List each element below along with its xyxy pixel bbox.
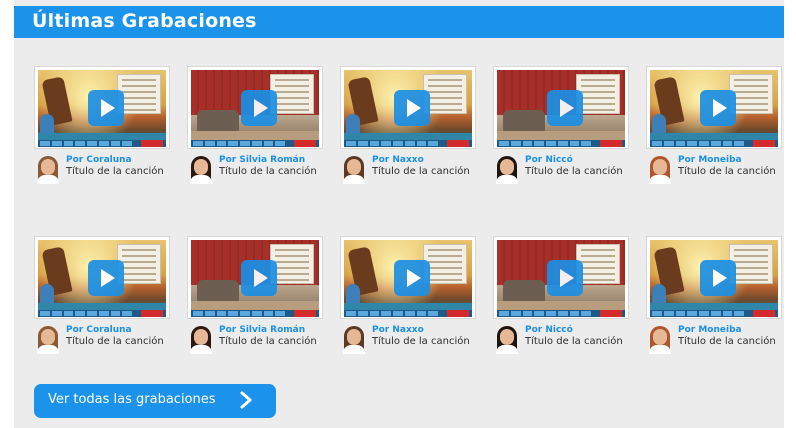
view-all-recordings-button[interactable]: Ver todas las grabaciones <box>34 384 276 418</box>
brand-logo <box>294 310 316 317</box>
brand-logo <box>294 140 316 147</box>
recording-card[interactable]: Por Naxxo Título de la canción <box>340 236 480 361</box>
play-icon[interactable] <box>394 260 430 296</box>
video-thumbnail[interactable] <box>340 66 476 149</box>
recording-card[interactable]: Por Silvia Román Título de la canción <box>187 236 327 361</box>
video-preview <box>344 70 472 147</box>
song-title: Título de la canción <box>678 166 776 177</box>
video-thumbnail[interactable] <box>34 236 170 319</box>
play-icon[interactable] <box>547 90 583 126</box>
video-preview <box>191 240 319 317</box>
avatar[interactable] <box>341 156 367 184</box>
author-link[interactable]: Por Moneiba <box>678 155 742 165</box>
song-title: Título de la canción <box>372 166 470 177</box>
recording-card[interactable]: Por Moneiba Título de la canción <box>646 66 786 191</box>
avatar[interactable] <box>647 326 673 354</box>
video-preview <box>191 70 319 147</box>
video-preview <box>497 70 625 147</box>
video-thumbnail[interactable] <box>187 66 323 149</box>
song-title: Título de la canción <box>66 336 164 347</box>
video-preview <box>344 240 472 317</box>
recording-card[interactable]: Por Coraluna Título de la canción <box>34 236 174 361</box>
video-preview <box>38 240 166 317</box>
author-link[interactable]: Por Naxxo <box>372 155 424 165</box>
avatar[interactable] <box>35 156 61 184</box>
play-icon[interactable] <box>394 90 430 126</box>
author-link[interactable]: Por Coraluna <box>66 325 132 335</box>
play-icon[interactable] <box>700 260 736 296</box>
video-thumbnail[interactable] <box>646 236 782 319</box>
play-icon[interactable] <box>241 260 277 296</box>
avatar[interactable] <box>341 326 367 354</box>
play-icon[interactable] <box>547 260 583 296</box>
brand-logo <box>447 140 469 147</box>
view-all-label: Ver todas las grabaciones <box>48 392 216 407</box>
section-title: Últimas Grabaciones <box>32 10 257 32</box>
song-title: Título de la canción <box>372 336 470 347</box>
song-title: Título de la canción <box>219 166 317 177</box>
avatar[interactable] <box>494 156 520 184</box>
recordings-panel <box>14 0 784 428</box>
video-thumbnail[interactable] <box>493 66 629 149</box>
video-thumbnail[interactable] <box>493 236 629 319</box>
avatar[interactable] <box>188 326 214 354</box>
brand-logo <box>600 310 622 317</box>
play-icon[interactable] <box>88 90 124 126</box>
video-thumbnail[interactable] <box>187 236 323 319</box>
recording-card[interactable]: Por Niccó Título de la canción <box>493 236 633 361</box>
brand-logo <box>753 140 775 147</box>
avatar[interactable] <box>188 156 214 184</box>
recording-card[interactable]: Por Naxxo Título de la canción <box>340 66 480 191</box>
play-icon[interactable] <box>700 90 736 126</box>
recording-card[interactable]: Por Coraluna Título de la canción <box>34 66 174 191</box>
brand-logo <box>447 310 469 317</box>
author-link[interactable]: Por Niccó <box>525 325 573 335</box>
song-title: Título de la canción <box>66 166 164 177</box>
video-thumbnail[interactable] <box>34 66 170 149</box>
brand-logo <box>753 310 775 317</box>
video-preview <box>650 70 778 147</box>
author-link[interactable]: Por Moneiba <box>678 325 742 335</box>
author-link[interactable]: Por Silvia Román <box>219 155 305 165</box>
song-title: Título de la canción <box>219 336 317 347</box>
avatar[interactable] <box>35 326 61 354</box>
section-header: Últimas Grabaciones <box>14 6 784 38</box>
author-link[interactable]: Por Silvia Román <box>219 325 305 335</box>
video-preview <box>38 70 166 147</box>
video-preview <box>650 240 778 317</box>
video-thumbnail[interactable] <box>340 236 476 319</box>
recording-card[interactable]: Por Niccó Título de la canción <box>493 66 633 191</box>
author-link[interactable]: Por Niccó <box>525 155 573 165</box>
brand-logo <box>600 140 622 147</box>
song-title: Título de la canción <box>525 166 623 177</box>
avatar[interactable] <box>494 326 520 354</box>
song-title: Título de la canción <box>678 336 776 347</box>
brand-logo <box>141 310 163 317</box>
brand-logo <box>141 140 163 147</box>
recording-card[interactable]: Por Moneiba Título de la canción <box>646 236 786 361</box>
chevron-right-icon <box>240 391 252 409</box>
play-icon[interactable] <box>241 90 277 126</box>
author-link[interactable]: Por Coraluna <box>66 155 132 165</box>
author-link[interactable]: Por Naxxo <box>372 325 424 335</box>
song-title: Título de la canción <box>525 336 623 347</box>
video-thumbnail[interactable] <box>646 66 782 149</box>
play-icon[interactable] <box>88 260 124 296</box>
recording-card[interactable]: Por Silvia Román Título de la canción <box>187 66 327 191</box>
video-preview <box>497 240 625 317</box>
avatar[interactable] <box>647 156 673 184</box>
